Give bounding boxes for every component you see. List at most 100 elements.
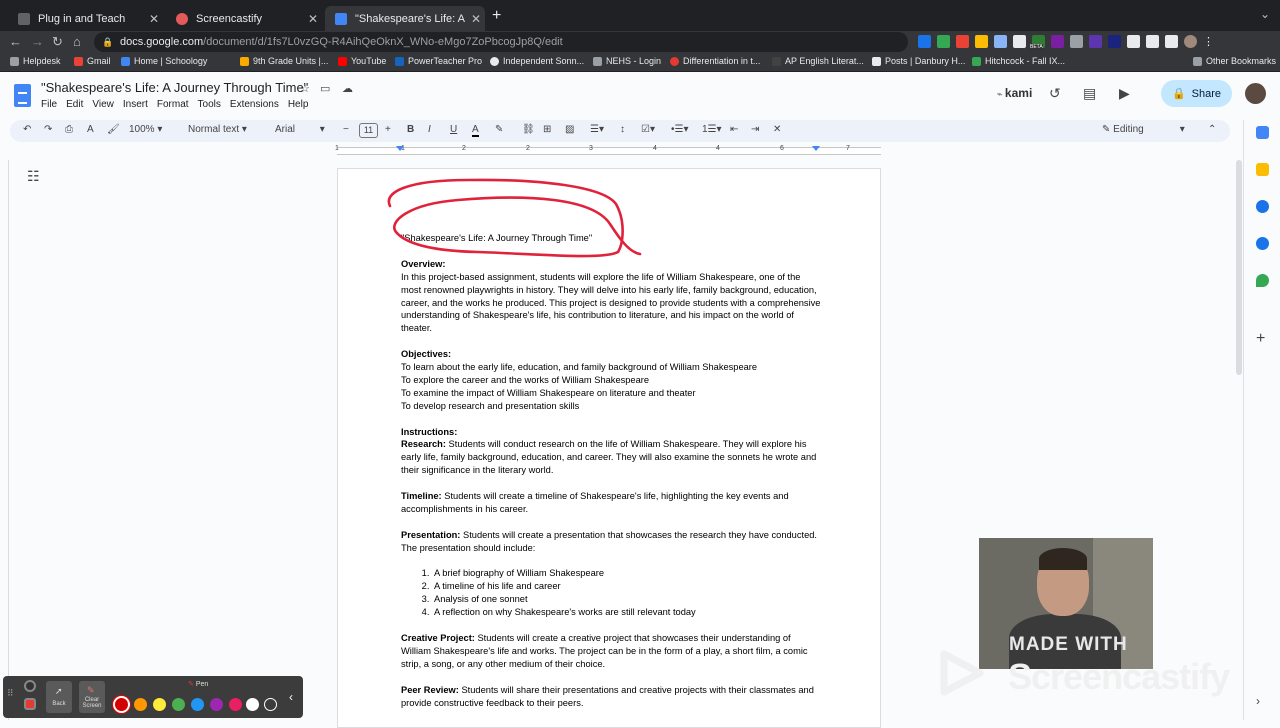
link-icon[interactable]: ⛓	[522, 124, 535, 135]
decrease-font-icon[interactable]: −	[343, 124, 349, 135]
checklist-icon[interactable]: ☑▾	[641, 124, 655, 135]
home-icon[interactable]: ⌂	[73, 34, 81, 49]
extension-icon[interactable]	[994, 35, 1007, 48]
clear-formatting-icon[interactable]: ✕	[773, 124, 781, 135]
italic-icon[interactable]: I	[428, 124, 431, 135]
menu-view[interactable]: View	[92, 99, 114, 110]
move-folder-icon[interactable]: ▭	[320, 82, 330, 95]
zoom-select[interactable]: 100% ▾	[129, 124, 162, 135]
bookmark-nehs[interactable]: NEHS - Login	[593, 56, 661, 66]
share-button[interactable]: 🔒 Share	[1161, 80, 1232, 107]
reload-icon[interactable]: ↻	[52, 34, 63, 50]
account-avatar[interactable]	[1245, 83, 1266, 104]
puzzle-icon[interactable]	[1127, 35, 1140, 48]
tab-shakespeare-doc[interactable]: "Shakespeare's Life: A Journey ✕	[325, 6, 485, 31]
close-tab-icon[interactable]: ✕	[467, 12, 485, 26]
color-swatch-red[interactable]	[115, 698, 128, 711]
comments-icon[interactable]: ▤	[1083, 85, 1096, 102]
drag-handle-icon[interactable]: ⠿	[7, 688, 14, 699]
increase-font-icon[interactable]: +	[385, 124, 391, 135]
kami-button[interactable]: ⌁ kami	[997, 86, 1032, 100]
editing-mode-select[interactable]: ✎ Editing ▾	[1102, 124, 1185, 135]
align-icon[interactable]: ☰▾	[590, 124, 604, 135]
spellcheck-icon[interactable]: A	[87, 124, 94, 135]
keep-icon[interactable]	[1256, 163, 1269, 176]
stop-icon[interactable]	[24, 698, 36, 710]
color-swatch-pink[interactable]	[229, 698, 242, 711]
calendar-icon[interactable]	[1256, 126, 1269, 139]
menu-file[interactable]: File	[41, 99, 57, 110]
bookmark-helpdesk[interactable]: Helpdesk	[10, 56, 61, 66]
collapse-toolbar-icon[interactable]: ‹	[289, 690, 293, 704]
left-indent-marker[interactable]	[396, 146, 404, 151]
bookmark-independent-sonnets[interactable]: Independent Sonn...	[490, 56, 584, 66]
extension-icon[interactable]	[956, 35, 969, 48]
star-icon[interactable]: ☆	[300, 82, 310, 95]
bookmark-9th-grade[interactable]: 9th Grade Units |...	[240, 56, 328, 66]
bookmark-gmail[interactable]: Gmail	[74, 56, 111, 66]
menu-edit[interactable]: Edit	[66, 99, 83, 110]
contacts-icon[interactable]	[1256, 237, 1269, 250]
line-spacing-icon[interactable]: ↕	[620, 124, 625, 135]
extension-icon[interactable]	[918, 35, 931, 48]
color-swatch-blue[interactable]	[191, 698, 204, 711]
forward-arrow-icon[interactable]: →	[31, 34, 44, 49]
bookmark-youtube[interactable]: YouTube	[338, 56, 386, 66]
media-icon[interactable]	[1146, 35, 1159, 48]
tab-search-chevron-icon[interactable]: ⌄	[1260, 7, 1270, 21]
print-icon[interactable]: ⎙	[65, 124, 73, 135]
color-swatch-white[interactable]	[246, 698, 259, 711]
profile-avatar[interactable]	[1184, 35, 1197, 48]
highlight-icon[interactable]: ✎	[495, 124, 503, 135]
text-color-icon[interactable]: A	[472, 124, 479, 137]
extension-icon[interactable]	[1013, 35, 1026, 48]
back-arrow-icon[interactable]: ←	[9, 34, 22, 49]
bookmark-schoology[interactable]: Home | Schoology	[121, 56, 207, 66]
menu-help[interactable]: Help	[288, 99, 309, 110]
document-outline-icon[interactable]: ☷	[27, 168, 40, 185]
bookmark-differentiation[interactable]: Differentiation in t...	[670, 56, 760, 66]
pause-icon[interactable]	[24, 680, 36, 692]
bookmark-powerteacher[interactable]: PowerTeacher Pro	[395, 56, 482, 66]
color-swatch-orange[interactable]	[134, 698, 147, 711]
clear-screen-button[interactable]: ✎ Clear Screen	[79, 681, 105, 713]
menu-tools[interactable]: Tools	[198, 99, 221, 110]
new-tab-icon[interactable]: +	[492, 7, 501, 25]
tab-screencastify[interactable]: Screencastify ✕	[166, 6, 322, 31]
bookmark-danbury[interactable]: Posts | Danbury H...	[872, 56, 965, 66]
bookmark-hitchcock[interactable]: Hitchcock - Fall IX...	[972, 56, 1065, 66]
back-button[interactable]: ➚ Back	[46, 681, 72, 713]
underline-icon[interactable]: U	[450, 124, 457, 135]
maps-icon[interactable]	[1256, 274, 1269, 287]
pen-tool-label[interactable]: ✎ Pen	[188, 680, 208, 688]
color-swatch-black[interactable]	[264, 698, 277, 711]
increase-indent-icon[interactable]: ⇥	[751, 124, 759, 135]
extension-icon[interactable]	[975, 35, 988, 48]
expand-panel-icon[interactable]: ›	[1256, 694, 1260, 708]
add-addon-icon[interactable]: +	[1256, 331, 1269, 347]
numbered-list-icon[interactable]: 1☰▾	[702, 124, 722, 135]
docs-logo-icon[interactable]	[14, 84, 31, 107]
close-tab-icon[interactable]: ✕	[145, 12, 163, 26]
extension-icon[interactable]	[1089, 35, 1102, 48]
cloud-status-icon[interactable]: ☁	[342, 82, 353, 95]
extension-icon[interactable]	[937, 35, 950, 48]
document-title[interactable]: "Shakespeare's Life: A Journey Through T…	[41, 80, 308, 95]
scrollbar[interactable]	[1236, 160, 1242, 375]
bold-icon[interactable]: B	[407, 124, 414, 135]
bulleted-list-icon[interactable]: •☰▾	[671, 124, 689, 135]
collapse-menus-icon[interactable]: ⌃	[1208, 124, 1216, 135]
version-history-icon[interactable]: ↺	[1049, 85, 1061, 102]
menu-extensions[interactable]: Extensions	[230, 99, 279, 110]
extension-icon[interactable]	[1051, 35, 1064, 48]
extension-icon[interactable]	[1108, 35, 1121, 48]
extension-icon[interactable]	[1070, 35, 1083, 48]
url-bar[interactable]: 🔒 docs.google.com/document/d/1fs7L0vzGQ-…	[94, 32, 908, 52]
font-select[interactable]: Arial ▾	[275, 124, 325, 135]
color-swatch-purple[interactable]	[210, 698, 223, 711]
close-tab-icon[interactable]: ✕	[304, 12, 322, 26]
undo-icon[interactable]: ↶	[23, 124, 31, 135]
add-comment-icon[interactable]: ⊞	[543, 124, 551, 135]
menu-insert[interactable]: Insert	[123, 99, 148, 110]
decrease-indent-icon[interactable]: ⇤	[730, 124, 738, 135]
